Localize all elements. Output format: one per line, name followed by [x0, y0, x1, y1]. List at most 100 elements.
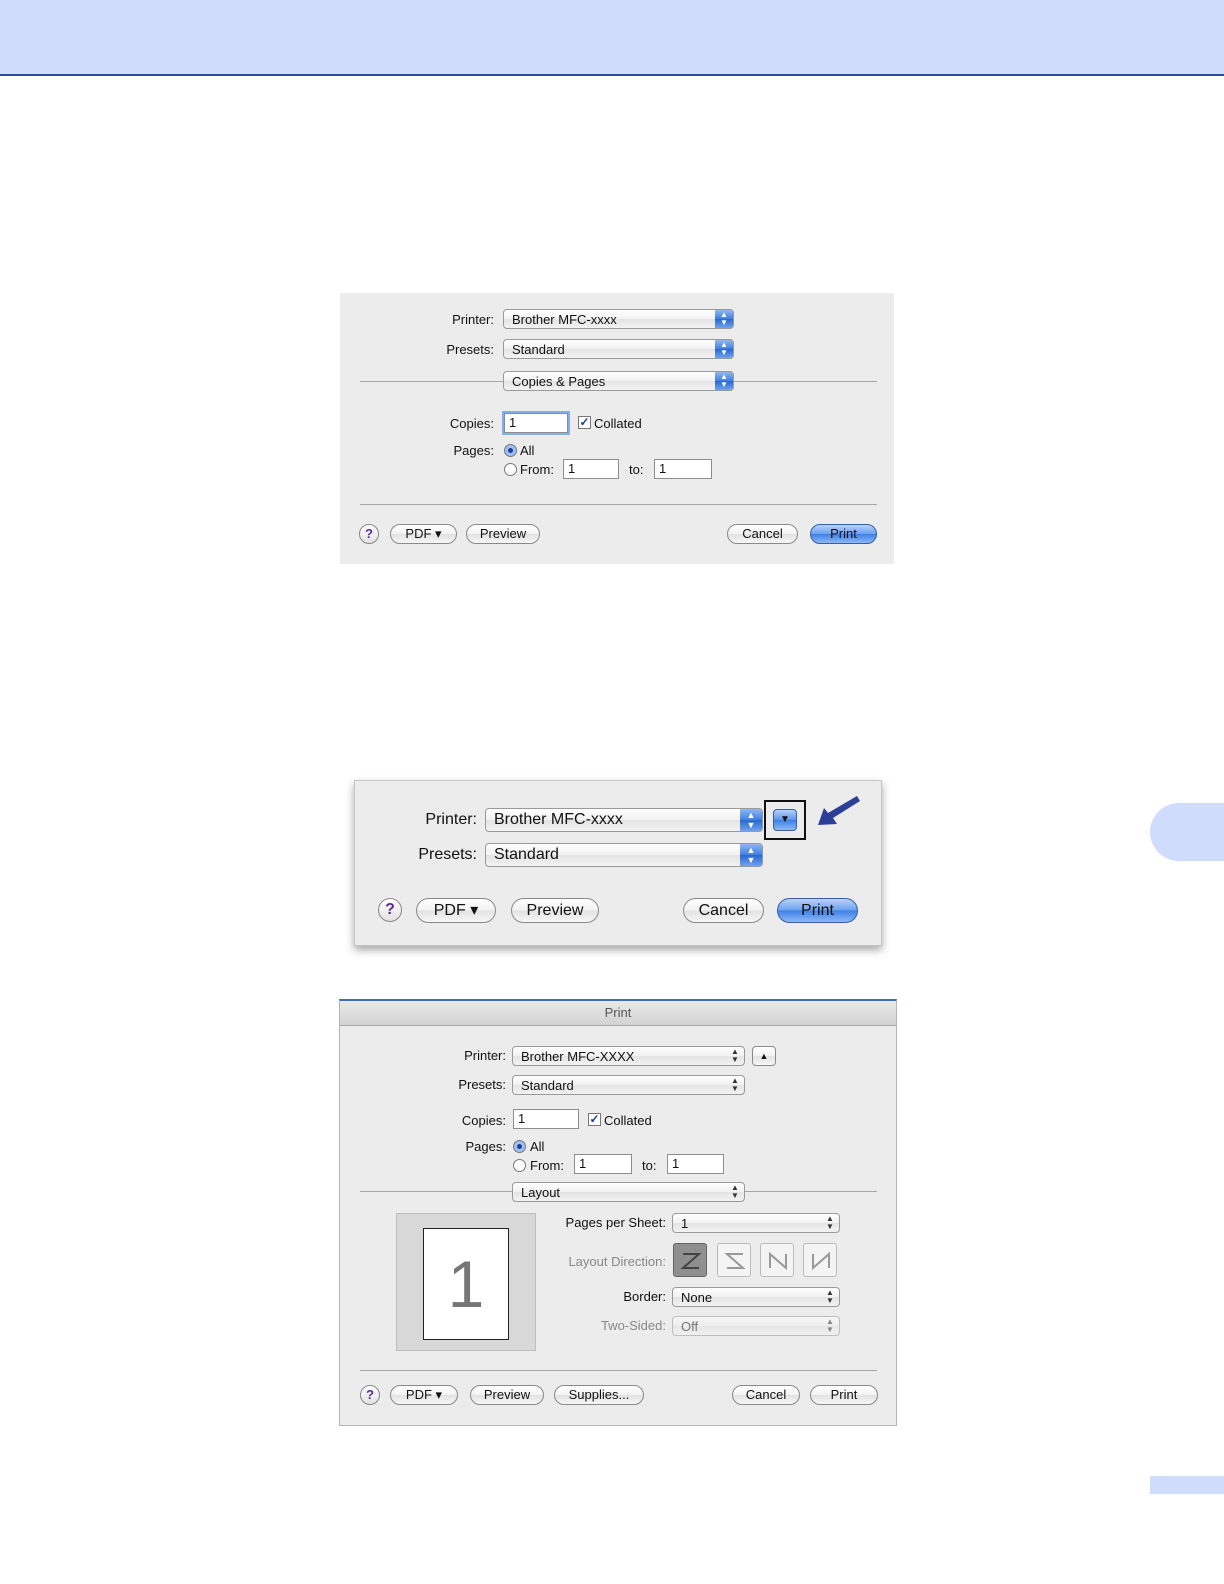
presets-popup[interactable]: Standard ▲ ▼	[485, 843, 763, 867]
pages-label: Pages:	[465, 1139, 506, 1154]
printer-popup[interactable]: Brother MFC-xxxx ▲ ▼	[485, 808, 763, 832]
layout-direction-s-icon[interactable]	[717, 1243, 751, 1277]
presets-label: Presets:	[446, 342, 494, 357]
pages-per-sheet-popup[interactable]: 1 ▲ ▼	[672, 1213, 840, 1233]
print-dialog-collapsed: Printer: Brother MFC-xxxx ▲ ▼ ▼ Presets: …	[354, 780, 882, 946]
pages-from-radio[interactable]	[513, 1159, 526, 1172]
pane-popup[interactable]: Copies & Pages ▲ ▼	[503, 371, 734, 391]
from-label: From:	[530, 1158, 564, 1173]
border-popup[interactable]: None ▲ ▼	[672, 1287, 840, 1307]
two-sided-popup[interactable]: Off ▲ ▼	[672, 1316, 840, 1336]
printer-label: Printer:	[425, 811, 477, 828]
preview-button[interactable]: Preview	[511, 898, 599, 923]
layout-preview-page: 1	[423, 1228, 509, 1340]
supplies-button[interactable]: Supplies...	[554, 1385, 644, 1405]
to-label: to:	[629, 462, 644, 477]
presets-value: Standard	[521, 1078, 574, 1093]
collated-label: Collated	[604, 1113, 652, 1128]
collated-checkbox[interactable]: ✓	[578, 416, 591, 429]
layout-direction-label: Layout Direction:	[568, 1254, 666, 1269]
divider	[360, 381, 503, 382]
pages-from-radio[interactable]	[504, 463, 517, 476]
copies-field[interactable]: 1	[513, 1109, 579, 1129]
pages-per-sheet-label: Pages per Sheet:	[565, 1215, 666, 1230]
all-label: All	[520, 443, 535, 458]
pdf-button[interactable]: PDF ▾	[416, 898, 496, 923]
collated-checkbox[interactable]: ✓	[588, 1113, 601, 1126]
popup-arrows-icon: ▲ ▼	[740, 809, 762, 831]
layout-direction-z-icon[interactable]	[673, 1243, 707, 1277]
popup-arrows-icon: ▲ ▼	[826, 1214, 834, 1231]
printer-popup[interactable]: Brother MFC-xxxx ▲ ▼	[503, 309, 734, 329]
printer-label: Printer:	[452, 312, 494, 327]
print-button[interactable]: Print	[810, 1385, 878, 1405]
pdf-button[interactable]: PDF ▾	[390, 1385, 458, 1405]
popup-arrows-icon: ▲ ▼	[715, 340, 733, 358]
pane-popup[interactable]: Layout ▲ ▼	[512, 1182, 745, 1202]
divider	[360, 1191, 512, 1192]
divider	[360, 504, 877, 505]
help-button[interactable]: ?	[360, 1385, 380, 1405]
copies-label: Copies:	[461, 1113, 506, 1128]
collapse-details-button[interactable]: ▲	[752, 1046, 776, 1066]
presets-value: Standard	[512, 342, 565, 357]
layout-direction-n-reverse-icon[interactable]	[760, 1243, 794, 1277]
to-field[interactable]: 1	[654, 459, 712, 479]
printer-value: Brother MFC-xxxx	[512, 312, 617, 327]
popup-arrows-icon: ▲ ▼	[731, 1047, 739, 1064]
cancel-button[interactable]: Cancel	[732, 1385, 800, 1405]
print-dialog-layout: Print Printer: Brother MFC-XXXX ▲ ▼ ▲ Pre…	[339, 999, 897, 1426]
presets-popup[interactable]: Standard ▲ ▼	[512, 1075, 745, 1095]
two-sided-label: Two-Sided:	[600, 1318, 666, 1333]
preview-button[interactable]: Preview	[470, 1385, 544, 1405]
all-label: All	[530, 1139, 545, 1154]
pane-value: Layout	[521, 1185, 561, 1200]
to-field[interactable]: 1	[667, 1154, 724, 1174]
popup-arrows-icon: ▲ ▼	[715, 372, 733, 390]
printer-popup[interactable]: Brother MFC-XXXX ▲ ▼	[512, 1046, 745, 1066]
from-field[interactable]: 1	[574, 1154, 632, 1174]
popup-arrows-icon: ▲ ▼	[740, 844, 762, 866]
divider	[734, 381, 877, 382]
pdf-button[interactable]: PDF ▾	[390, 524, 457, 544]
pages-all-radio[interactable]	[504, 444, 517, 457]
help-button[interactable]: ?	[378, 898, 402, 922]
window-title: Print	[340, 1001, 896, 1026]
layout-preview-panel: 1	[396, 1213, 536, 1351]
presets-value: Standard	[494, 846, 559, 863]
pointer-arrow-icon	[818, 796, 860, 825]
presets-label: Presets:	[458, 1077, 506, 1092]
popup-arrows-icon: ▲ ▼	[826, 1288, 834, 1305]
two-sided-value: Off	[681, 1319, 699, 1334]
disclosure-button[interactable]: ▼	[773, 809, 797, 831]
presets-label: Presets:	[418, 846, 477, 863]
from-field[interactable]: 1	[563, 459, 619, 479]
print-button[interactable]: Print	[777, 898, 858, 923]
page-number-tab	[1150, 1476, 1224, 1494]
help-button[interactable]: ?	[359, 524, 379, 544]
printer-label: Printer:	[464, 1048, 506, 1063]
popup-arrows-icon: ▲ ▼	[731, 1076, 739, 1093]
cancel-button[interactable]: Cancel	[727, 524, 798, 544]
border-label: Border:	[623, 1289, 666, 1304]
popup-arrows-icon: ▲ ▼	[826, 1317, 834, 1334]
divider	[360, 1370, 877, 1371]
pane-value: Copies & Pages	[512, 374, 606, 389]
divider	[745, 1191, 877, 1192]
pages-all-radio[interactable]	[513, 1140, 526, 1153]
copies-field[interactable]: 1	[504, 413, 568, 433]
printer-value: Brother MFC-xxxx	[494, 811, 623, 828]
from-label: From:	[520, 462, 554, 477]
cancel-button[interactable]: Cancel	[683, 898, 764, 923]
presets-popup[interactable]: Standard ▲ ▼	[503, 339, 734, 359]
printer-value: Brother MFC-XXXX	[521, 1049, 635, 1064]
pages-label: Pages:	[453, 443, 494, 458]
chapter-side-tab	[1150, 803, 1224, 861]
preview-button[interactable]: Preview	[466, 524, 540, 544]
layout-direction-n-icon[interactable]	[803, 1243, 837, 1277]
copies-label: Copies:	[449, 416, 494, 431]
popup-arrows-icon: ▲ ▼	[731, 1183, 739, 1200]
page-header-band	[0, 0, 1224, 76]
print-button[interactable]: Print	[810, 524, 877, 544]
print-dialog-copies-pages: Printer: Brother MFC-xxxx ▲ ▼ Presets: St…	[340, 293, 894, 564]
